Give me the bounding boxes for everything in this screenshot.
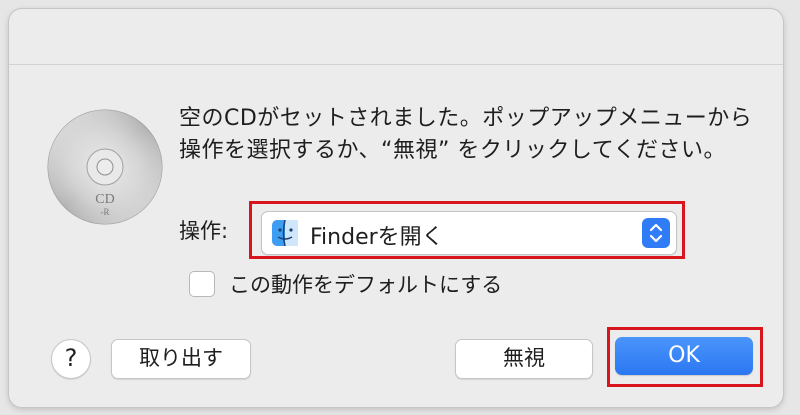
title-bar <box>9 9 783 65</box>
default-action-checkbox[interactable] <box>189 271 215 297</box>
action-label: 操作: <box>179 219 229 243</box>
default-action-checkbox-label: この動作をデフォルトにする <box>229 273 503 297</box>
cd-sublabel: -R <box>101 207 110 217</box>
ok-highlight-box <box>607 327 763 387</box>
cd-label: CD <box>95 192 114 207</box>
cd-r-icon: CD -R <box>47 109 163 225</box>
ignore-button[interactable]: 無視 <box>455 339 593 379</box>
eject-button[interactable]: 取り出す <box>111 339 251 379</box>
help-button[interactable]: ? <box>51 339 91 379</box>
insert-blank-cd-dialog: CD -R 空のCDがセットされました。ポップアップメニューから操作を選択するか… <box>8 8 784 408</box>
select-highlight-box <box>249 201 685 259</box>
dialog-message: 空のCDがセットされました。ポップアップメニューから操作を選択するか、“無視” … <box>179 106 753 163</box>
